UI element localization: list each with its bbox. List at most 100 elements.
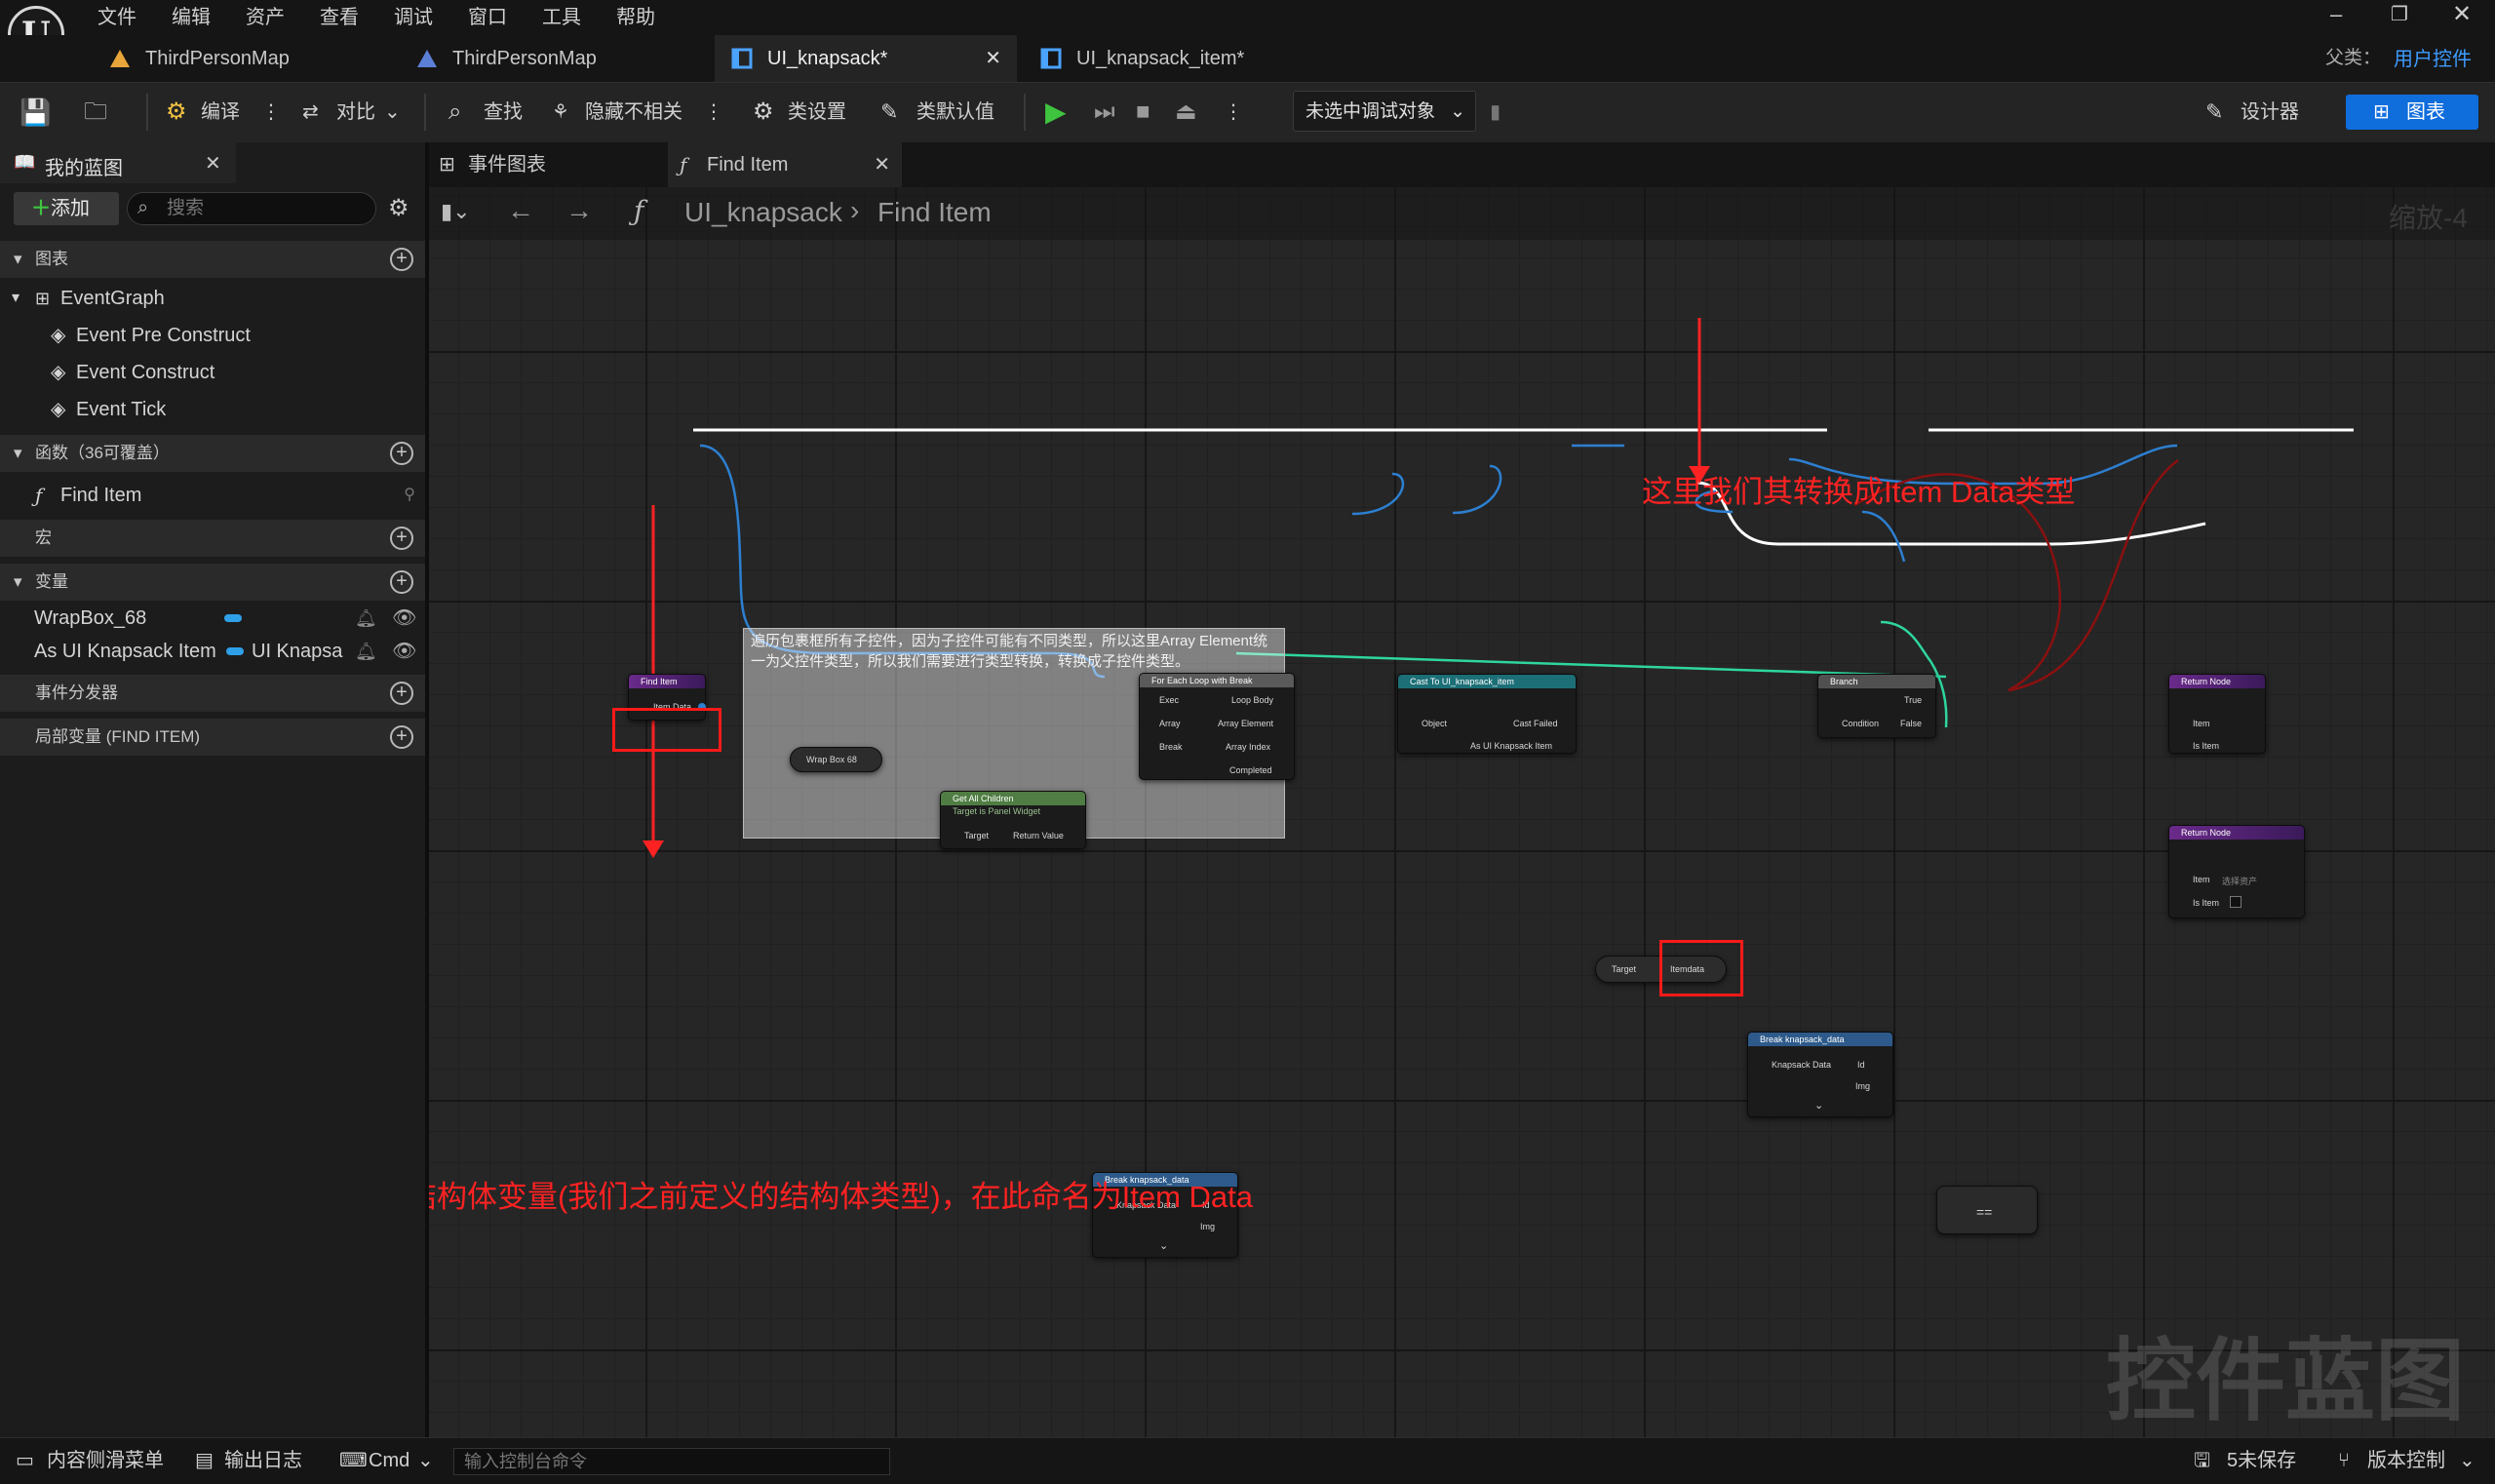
- node-break-data-1[interactable]: Break knapsack_data Knapsack Data Id Img…: [1747, 1032, 1893, 1117]
- content-drawer-button[interactable]: 内容侧滑菜单: [47, 1437, 164, 1484]
- restore-icon[interactable]: ❐: [2391, 2, 2408, 26]
- close-panel-icon[interactable]: ✕: [205, 151, 221, 176]
- menu-asset[interactable]: 资产: [246, 3, 285, 32]
- close-tab-icon[interactable]: ✕: [985, 35, 1001, 82]
- section-variables[interactable]: ▾ 变量 +: [0, 564, 425, 601]
- variable-wrapbox[interactable]: WrapBox_68 🔔︎ 👁︎: [0, 600, 425, 637]
- search-input[interactable]: [167, 197, 362, 220]
- class-settings-button[interactable]: 类设置: [788, 82, 846, 142]
- variable-as-ui-knapsack-item[interactable]: As UI Knapsack Item UI Knapsa 🔔︎ 👁︎: [0, 633, 425, 670]
- chevron-down-icon[interactable]: ⌄: [1159, 1239, 1168, 1252]
- graph-item-tick[interactable]: ◈ Event Tick: [0, 391, 425, 428]
- class-defaults-icon[interactable]: ✎: [880, 82, 898, 142]
- node-branch[interactable]: Branch Condition True False: [1817, 674, 1936, 738]
- close-tab-icon[interactable]: ✕: [874, 142, 890, 187]
- unsaved-count[interactable]: 5未保存: [2227, 1437, 2296, 1484]
- section-graphs[interactable]: ▾ 图表 +: [0, 241, 425, 278]
- add-macro-icon[interactable]: +: [390, 527, 413, 550]
- tab-ui-knapsack-item[interactable]: UI_knapsack_item*: [1024, 35, 1336, 82]
- class-defaults-button[interactable]: 类默认值: [916, 82, 994, 142]
- eject-icon[interactable]: ⏏: [1175, 82, 1197, 142]
- section-local-variables[interactable]: 局部变量 (FIND ITEM) +: [0, 719, 425, 756]
- tab-thirdpersonmap-2[interactable]: ThirdPersonMap: [400, 35, 702, 82]
- settings-gear-icon[interactable]: ⚙: [388, 194, 409, 222]
- breadcrumb-blueprint[interactable]: UI_knapsack: [684, 197, 842, 228]
- play-options-icon[interactable]: ⋮: [1224, 82, 1243, 142]
- node-foreach-loop[interactable]: For Each Loop with Break Exec Array Brea…: [1139, 673, 1295, 780]
- menu-file[interactable]: 文件: [97, 3, 136, 32]
- section-dispatchers[interactable]: 事件分发器 +: [0, 675, 425, 712]
- section-macros[interactable]: 宏 +: [0, 520, 425, 557]
- hide-unrelated-icon[interactable]: ⚘: [552, 82, 569, 142]
- output-log-button[interactable]: 输出日志: [224, 1437, 302, 1484]
- add-local-variable-icon[interactable]: +: [390, 725, 413, 749]
- menu-help[interactable]: 帮助: [616, 3, 655, 32]
- chevron-down-icon[interactable]: ⌄: [1814, 1099, 1823, 1112]
- graph-mode-button[interactable]: ⊞ 图表: [2346, 95, 2478, 130]
- select-asset-dropdown[interactable]: 选择资产: [2222, 875, 2257, 887]
- tab-find-item[interactable]: ƒ Find Item ✕: [668, 142, 902, 187]
- more-options-icon[interactable]: ⋮: [704, 82, 723, 142]
- graph-item-construct[interactable]: ◈ Event Construct: [0, 354, 425, 391]
- graph-item-pre-construct[interactable]: ◈ Event Pre Construct: [0, 317, 425, 354]
- menu-window[interactable]: 窗口: [468, 3, 507, 32]
- compile-button[interactable]: 编译: [201, 82, 240, 142]
- compile-options-icon[interactable]: ⋮: [261, 82, 281, 142]
- graph-canvas[interactable]: 遍历包裹框所有子控件，因为子控件可能有不同类型，所以这里Array Elemen…: [429, 142, 2495, 1437]
- designer-mode-button[interactable]: 设计器: [2241, 82, 2299, 142]
- node-wrap-box[interactable]: Wrap Box 68: [790, 747, 882, 772]
- chevron-down-icon[interactable]: ⌄: [417, 1437, 434, 1484]
- graph-item-eventgraph[interactable]: ▾ ⊞ EventGraph: [0, 280, 425, 317]
- add-dispatcher-icon[interactable]: +: [390, 682, 413, 705]
- stop-icon[interactable]: ■: [1136, 82, 1150, 142]
- menu-tools[interactable]: 工具: [542, 3, 581, 32]
- add-function-icon[interactable]: +: [390, 442, 413, 465]
- menu-debug[interactable]: 调试: [394, 3, 433, 32]
- add-graph-icon[interactable]: +: [390, 248, 413, 271]
- source-control-button[interactable]: 版本控制: [2367, 1437, 2445, 1484]
- cmd-select[interactable]: Cmd: [369, 1437, 409, 1484]
- minimize-icon[interactable]: –: [2330, 2, 2342, 27]
- node-return-1[interactable]: Return Node Item Is Item: [2168, 674, 2266, 754]
- designer-icon[interactable]: ✎: [2205, 82, 2223, 142]
- save-icon[interactable]: 💾: [19, 82, 51, 142]
- add-variable-icon[interactable]: +: [390, 570, 413, 594]
- visibility-eye-icon[interactable]: 👁︎: [392, 633, 416, 670]
- output-log-icon[interactable]: ▤: [195, 1437, 214, 1484]
- console-input[interactable]: [453, 1448, 890, 1475]
- diff-button[interactable]: 对比: [336, 82, 375, 142]
- tab-thirdpersonmap-1[interactable]: ThirdPersonMap: [93, 35, 385, 82]
- node-return-2[interactable]: Return Node Item 选择资产 Is Item: [2168, 825, 2305, 918]
- debug-filter-icon[interactable]: ▮: [1490, 82, 1501, 142]
- debug-object-select[interactable]: 未选中调试对象 ⌄: [1293, 91, 1476, 132]
- compile-icon[interactable]: ⚙: [166, 82, 187, 142]
- diff-icon[interactable]: ⇄: [302, 82, 319, 142]
- section-functions[interactable]: ▾ 函数（36可覆盖） +: [0, 435, 425, 472]
- node-cast-to-item[interactable]: Cast To UI_knapsack_item Object Cast Fai…: [1397, 674, 1577, 754]
- close-window-icon[interactable]: ✕: [2452, 0, 2472, 28]
- tab-event-graph[interactable]: ⊞ 事件图表: [439, 142, 653, 187]
- back-arrow-icon[interactable]: ←: [507, 195, 534, 226]
- content-drawer-icon[interactable]: ▭: [16, 1437, 34, 1484]
- node-get-all-children[interactable]: Get All Children Target is Panel Widget …: [940, 791, 1086, 849]
- bookmark-icon[interactable]: ▮⌄: [441, 199, 471, 224]
- forward-arrow-icon[interactable]: →: [565, 195, 593, 226]
- my-blueprint-tab[interactable]: 📖 我的蓝图 ✕: [0, 142, 236, 183]
- search-field[interactable]: ⌕: [127, 192, 376, 225]
- play-icon[interactable]: ▶: [1045, 82, 1067, 142]
- step-icon[interactable]: ⏭: [1094, 82, 1115, 142]
- cmd-icon[interactable]: ⌨: [339, 1437, 368, 1484]
- breadcrumb-function[interactable]: Find Item: [877, 197, 992, 228]
- menu-view[interactable]: 查看: [320, 3, 359, 32]
- find-icon[interactable]: ⌕: [448, 82, 461, 142]
- hide-unrelated-button[interactable]: 隐藏不相关: [585, 82, 682, 142]
- menu-edit[interactable]: 编辑: [172, 3, 211, 32]
- visibility-eye-icon[interactable]: 👁︎: [392, 600, 416, 637]
- chevron-down-icon[interactable]: ⌄: [2459, 1437, 2476, 1484]
- is-item-checkbox[interactable]: [2230, 896, 2242, 908]
- find-button[interactable]: 查找: [484, 82, 523, 142]
- function-item-find-item[interactable]: ƒ Find Item ⚲: [0, 477, 425, 514]
- parent-class-link[interactable]: 用户控件: [2394, 43, 2472, 71]
- class-settings-icon[interactable]: ⚙: [753, 82, 774, 142]
- chevron-down-icon[interactable]: ⌄: [384, 82, 401, 142]
